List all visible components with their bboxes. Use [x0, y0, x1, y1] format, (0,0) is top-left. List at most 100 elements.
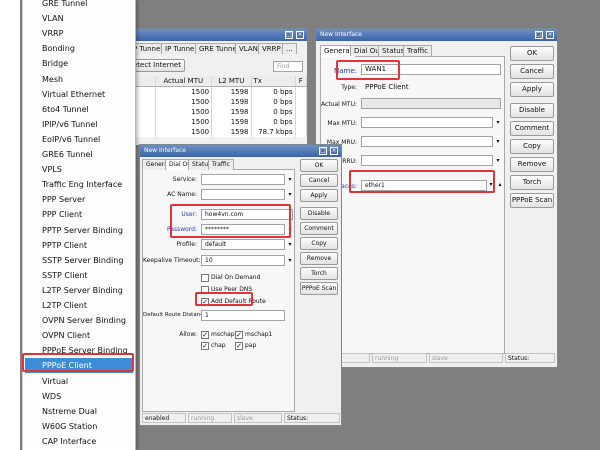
add-default-route-checkbox[interactable]: ✓: [201, 298, 209, 306]
close-icon[interactable]: ×: [296, 31, 304, 39]
chap-checkbox[interactable]: ✓: [201, 342, 209, 350]
menu-item-pppoe-client[interactable]: PPPoE Client: [25, 358, 133, 374]
tab-more[interactable]: ...: [282, 43, 297, 54]
remove-arrow-icon[interactable]: ▴: [496, 180, 504, 189]
type-label: Type:: [341, 84, 357, 91]
use-peer-dns-checkbox[interactable]: [201, 286, 209, 294]
comment-button[interactable]: Comment: [510, 121, 554, 136]
menu-item-bridge[interactable]: Bridge: [23, 56, 135, 71]
service-field[interactable]: [201, 174, 285, 185]
max-mru-field[interactable]: [361, 136, 493, 147]
cancel-button[interactable]: Cancel: [300, 174, 338, 187]
table-row[interactable]: 1500 1598 0 bps: [129, 117, 308, 127]
torch-button[interactable]: Torch: [510, 175, 554, 190]
interface-select[interactable]: ether1: [361, 180, 487, 191]
dropdown-arrow-icon[interactable]: ▾: [286, 256, 294, 265]
close-icon[interactable]: ×: [546, 31, 554, 39]
remove-button[interactable]: Remove: [510, 157, 554, 172]
cancel-button[interactable]: Cancel: [510, 64, 554, 79]
dropdown-arrow-icon[interactable]: ▾: [286, 175, 294, 184]
pppoe-scan-button[interactable]: PPPoE Scan: [300, 282, 338, 295]
menu-item-eoip-v6-tunnel[interactable]: EoIP/v6 Tunnel: [23, 132, 135, 147]
disable-button[interactable]: Disable: [510, 103, 554, 118]
menu-item-vpls[interactable]: VPLS: [23, 162, 135, 177]
menu-item-pptp-client[interactable]: PPTP Client: [23, 238, 135, 253]
copy-button[interactable]: Copy: [510, 139, 554, 154]
dropdown-arrow-icon[interactable]: ▾: [494, 156, 502, 165]
dropdown-arrow-icon[interactable]: ▾: [494, 118, 502, 127]
mrru-field[interactable]: [361, 155, 493, 166]
torch-button[interactable]: Torch: [300, 267, 338, 280]
maximize-icon[interactable]: □: [285, 31, 293, 39]
col-header-actual-mtu[interactable]: Actual MTU: [155, 76, 213, 87]
col-header-tx[interactable]: Tx: [251, 76, 296, 87]
tab-vrrp[interactable]: VRRP: [258, 43, 285, 54]
menu-item-wds[interactable]: WDS: [23, 389, 135, 404]
menu-item-cap-interface[interactable]: CAP Interface: [23, 434, 135, 449]
menu-item-l2tp-server-binding[interactable]: L2TP Server Binding: [23, 283, 135, 298]
max-mtu-field[interactable]: [361, 117, 493, 128]
copy-button[interactable]: Copy: [300, 237, 338, 250]
table-row[interactable]: 1500 1598 0 bps: [129, 107, 308, 117]
table-row[interactable]: 1500 1598 78.7 kbps: [129, 127, 308, 137]
table-header-row: Actual MTU L2 MTU Tx F: [129, 76, 308, 87]
disable-button[interactable]: Disable: [300, 207, 338, 220]
user-field[interactable]: how4vn.com: [201, 209, 293, 220]
menu-item-virtual-ethernet[interactable]: Virtual Ethernet: [23, 87, 135, 102]
ac-name-field[interactable]: [201, 189, 285, 200]
col-header-f[interactable]: F: [295, 76, 308, 87]
detect-internet-button[interactable]: etect Internet: [129, 59, 185, 72]
pppoe-scan-button[interactable]: PPPoE Scan: [510, 193, 554, 208]
tab-traffic[interactable]: Traffic: [208, 159, 235, 170]
table-row[interactable]: 1500 1598 0 bps: [129, 97, 308, 107]
menu-item-w60g-station[interactable]: W60G Station: [23, 419, 135, 434]
menu-item-sstp-server-binding[interactable]: SSTP Server Binding: [23, 253, 135, 268]
menu-item-ovpn-server-binding[interactable]: OVPN Server Binding: [23, 313, 135, 328]
menu-item-l2tp-client[interactable]: L2TP Client: [23, 298, 135, 313]
mschap2-checkbox[interactable]: ✓: [201, 331, 209, 339]
ok-button[interactable]: OK: [300, 159, 338, 172]
dropdown-arrow-icon[interactable]: ▾: [487, 180, 495, 189]
menu-item-ovpn-client[interactable]: OVPN Client: [23, 328, 135, 343]
close-icon[interactable]: ×: [330, 147, 338, 155]
menu-item-mesh[interactable]: Mesh: [23, 72, 135, 87]
apply-button[interactable]: Apply: [300, 189, 338, 202]
menu-item-vlan[interactable]: VLAN: [23, 11, 135, 26]
menu-item-ppp-client[interactable]: PPP Client: [23, 207, 135, 222]
menu-item-nstreme-dual[interactable]: Nstreme Dual: [23, 404, 135, 419]
keepalive-field[interactable]: 10: [201, 255, 285, 266]
menu-item-gre-tunnel[interactable]: GRE Tunnel: [23, 0, 135, 11]
maximize-icon[interactable]: □: [319, 147, 327, 155]
menu-item-gre6-tunnel[interactable]: GRE6 Tunnel: [23, 147, 135, 162]
menu-item-ppp-server[interactable]: PPP Server: [23, 192, 135, 207]
route-distance-field[interactable]: 1: [201, 310, 285, 321]
menu-item-6to4-tunnel[interactable]: 6to4 Tunnel: [23, 102, 135, 117]
profile-select[interactable]: default: [201, 239, 285, 250]
password-field[interactable]: ********: [201, 224, 285, 235]
dropdown-arrow-icon[interactable]: ▾: [494, 137, 502, 146]
dropdown-arrow-icon[interactable]: ▾: [286, 225, 294, 234]
name-field[interactable]: WAN1: [361, 64, 501, 75]
menu-item-vrrp[interactable]: VRRP: [23, 26, 135, 41]
comment-button[interactable]: Comment: [300, 222, 338, 235]
menu-item-sstp-client[interactable]: SSTP Client: [23, 268, 135, 283]
table-row[interactable]: 1500 1598 0 bps: [129, 86, 308, 97]
apply-button[interactable]: Apply: [510, 82, 554, 97]
tab-traffic[interactable]: Traffic: [403, 45, 433, 56]
pap-checkbox[interactable]: ✓: [235, 342, 243, 350]
col-header-l2-mtu[interactable]: L2 MTU: [211, 76, 252, 87]
dropdown-arrow-icon[interactable]: ▾: [286, 240, 294, 249]
menu-item-traffic-eng-interface[interactable]: Traffic Eng Interface: [23, 177, 135, 192]
ok-button[interactable]: OK: [510, 46, 554, 61]
menu-item-bonding[interactable]: Bonding: [23, 41, 135, 56]
menu-item-pptp-server-binding[interactable]: PPTP Server Binding: [23, 223, 135, 238]
menu-item-pppoe-server-binding[interactable]: PPPoE Server Binding: [23, 343, 135, 358]
dial-on-demand-checkbox[interactable]: [201, 274, 209, 282]
maximize-icon[interactable]: □: [535, 31, 543, 39]
menu-item-ipip-v6-tunnel[interactable]: IPIP/v6 Tunnel: [23, 117, 135, 132]
remove-button[interactable]: Remove: [300, 252, 338, 265]
dropdown-arrow-icon[interactable]: ▾: [286, 190, 294, 199]
find-input[interactable]: Find: [273, 61, 303, 72]
mschap1-checkbox[interactable]: ✓: [235, 331, 243, 339]
menu-item-virtual[interactable]: Virtual: [23, 374, 135, 389]
